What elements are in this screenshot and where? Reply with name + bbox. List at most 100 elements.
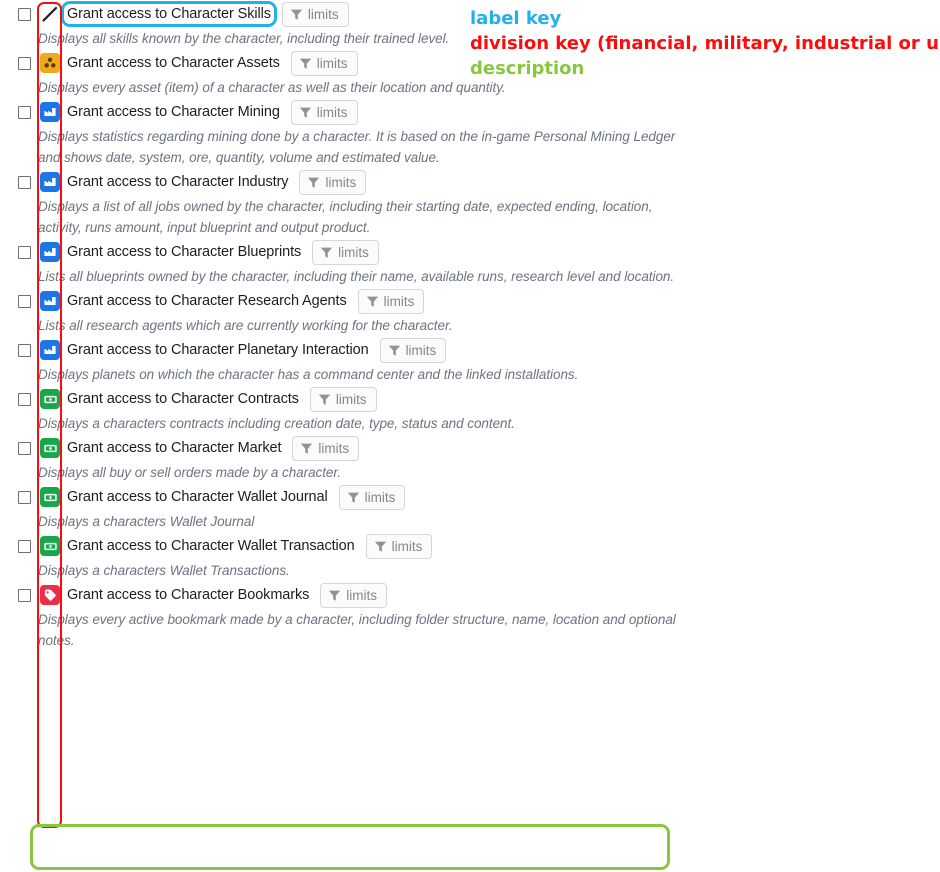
scope-description: Displays a list of all jobs owned by the… <box>38 199 653 235</box>
limits-button-label: limits <box>316 104 348 120</box>
scope-row: Grant access to Character Contracts limit… <box>0 385 940 434</box>
money-icon <box>40 487 60 507</box>
limits-button[interactable]: limits <box>281 1 349 27</box>
scope-row: Grant access to Character Skills limits Di… <box>0 0 940 49</box>
scope-row: Grant access to Character Wallet Transac… <box>0 532 940 581</box>
limits-button-label: limits <box>335 391 367 407</box>
scope-checkbox[interactable] <box>18 490 31 504</box>
scope-checkbox[interactable] <box>18 294 31 308</box>
scope-label: Grant access to Character Wallet Journal <box>67 489 328 505</box>
limits-button[interactable]: limits <box>365 533 433 559</box>
limits-button-label: limits <box>316 55 348 71</box>
scope-checkbox[interactable] <box>18 539 31 553</box>
limits-button[interactable]: limits <box>290 99 358 125</box>
scope-description: Displays a characters contracts includin… <box>38 416 515 431</box>
scope-label: Grant access to Character Skills <box>64 4 274 24</box>
scope-row: Grant access to Character Research Agent… <box>0 287 940 336</box>
scope-row: Grant access to Character Market limits Di… <box>0 434 940 483</box>
scope-row: Grant access to Character Blueprints limi… <box>0 238 940 287</box>
scope-row-header: Grant access to Character Mining limits <box>0 98 940 126</box>
limits-button[interactable]: limits <box>357 288 425 314</box>
money-icon <box>40 438 60 458</box>
funnel-icon <box>374 540 387 553</box>
limits-button-label: limits <box>364 489 396 505</box>
funnel-icon <box>328 589 341 602</box>
limits-button[interactable]: limits <box>292 435 360 461</box>
scope-row: Grant access to Character Mining limits Di… <box>0 98 940 168</box>
scope-description: Displays a characters Wallet Journal <box>38 514 255 529</box>
limits-button-label: limits <box>405 342 437 358</box>
limits-button-label: limits <box>338 244 369 260</box>
funnel-icon <box>320 246 333 259</box>
scope-description: Displays every active bookmark made by a… <box>38 612 676 648</box>
scope-row-header: Grant access to Character Wallet Transac… <box>0 532 940 560</box>
scope-row: Grant access to Character Bookmarks limit… <box>0 581 940 651</box>
scope-description: Displays a characters Wallet Transaction… <box>38 563 290 578</box>
scope-description: Displays all buy or sell orders made by … <box>38 465 342 480</box>
scope-label: Grant access to Character Blueprints <box>67 244 302 260</box>
limits-button[interactable]: limits <box>379 337 447 363</box>
limits-button[interactable]: limits <box>338 484 406 510</box>
scope-row-header: Grant access to Character Contracts limit… <box>0 385 940 413</box>
limits-button[interactable]: limits <box>299 169 367 195</box>
scope-row-header: Grant access to Character Assets limits <box>0 49 940 77</box>
industry-icon <box>40 102 60 122</box>
scope-checkbox[interactable] <box>18 392 31 406</box>
scope-description: Displays statistics regarding mining don… <box>38 129 676 165</box>
industry-icon <box>40 340 60 360</box>
scope-description: Displays all skills known by the charact… <box>38 31 450 46</box>
scope-row-header: Grant access to Character Research Agent… <box>0 287 940 315</box>
scope-description: Lists all research agents which are curr… <box>38 318 453 333</box>
limits-button-label: limits <box>346 587 378 603</box>
bookmark-icon <box>40 585 60 605</box>
limits-button-label: limits <box>383 293 415 309</box>
scope-checkbox[interactable] <box>18 7 31 21</box>
scope-label: Grant access to Character Mining <box>67 104 280 120</box>
funnel-icon <box>299 57 312 70</box>
limits-button-label: limits <box>325 174 357 190</box>
scope-label: Grant access to Character Market <box>67 440 282 456</box>
scope-label: Grant access to Character Wallet Transac… <box>67 538 355 554</box>
scope-label: Grant access to Character Contracts <box>67 391 299 407</box>
scope-row-header: Grant access to Character Industry limits <box>0 168 940 196</box>
industry-icon <box>40 242 60 262</box>
funnel-icon <box>318 393 331 406</box>
limits-button[interactable]: limits <box>290 50 358 76</box>
scope-checkbox[interactable] <box>18 588 31 602</box>
scope-checkbox[interactable] <box>18 105 31 119</box>
scope-row: Grant access to Character Planetary Inte… <box>0 336 940 385</box>
limits-button-label: limits <box>307 6 339 22</box>
funnel-icon <box>290 8 303 21</box>
scope-row-header: Grant access to Character Planetary Inte… <box>0 336 940 364</box>
scope-description: Displays planets on which the character … <box>38 367 579 382</box>
limits-button[interactable]: limits <box>312 239 379 265</box>
scope-row-header: Grant access to Character Market limits <box>0 434 940 462</box>
limits-button-label: limits <box>391 538 423 554</box>
scope-checkbox[interactable] <box>18 245 31 259</box>
scope-row: Grant access to Character Assets limits Di… <box>0 49 940 98</box>
scope-label: Grant access to Character Planetary Inte… <box>67 342 369 358</box>
scope-checkbox[interactable] <box>18 175 31 189</box>
assets-icon <box>40 53 60 73</box>
scope-row-header: Grant access to Character Blueprints limi… <box>0 238 940 266</box>
scope-checkbox[interactable] <box>18 343 31 357</box>
scope-checkbox[interactable] <box>18 56 31 70</box>
funnel-icon <box>347 491 360 504</box>
scope-label: Grant access to Character Industry <box>67 174 289 190</box>
industry-icon <box>40 172 60 192</box>
scope-row-header: Grant access to Character Bookmarks limit… <box>0 581 940 609</box>
funnel-icon <box>299 106 312 119</box>
scope-row-header: Grant access to Character Skills limits <box>0 0 940 28</box>
industry-icon <box>40 291 60 311</box>
money-icon <box>40 389 60 409</box>
funnel-icon <box>388 344 401 357</box>
scope-label: Grant access to Character Bookmarks <box>67 587 310 603</box>
annotation-description-box <box>30 824 670 870</box>
pencil-icon <box>40 4 60 24</box>
limits-button[interactable]: limits <box>309 386 377 412</box>
scope-checkbox[interactable] <box>18 441 31 455</box>
limits-button[interactable]: limits <box>320 582 388 608</box>
scope-permission-list: Grant access to Character Skills limits Di… <box>0 0 940 651</box>
scope-description: Lists all blueprints owned by the charac… <box>38 269 675 284</box>
funnel-icon <box>300 442 313 455</box>
